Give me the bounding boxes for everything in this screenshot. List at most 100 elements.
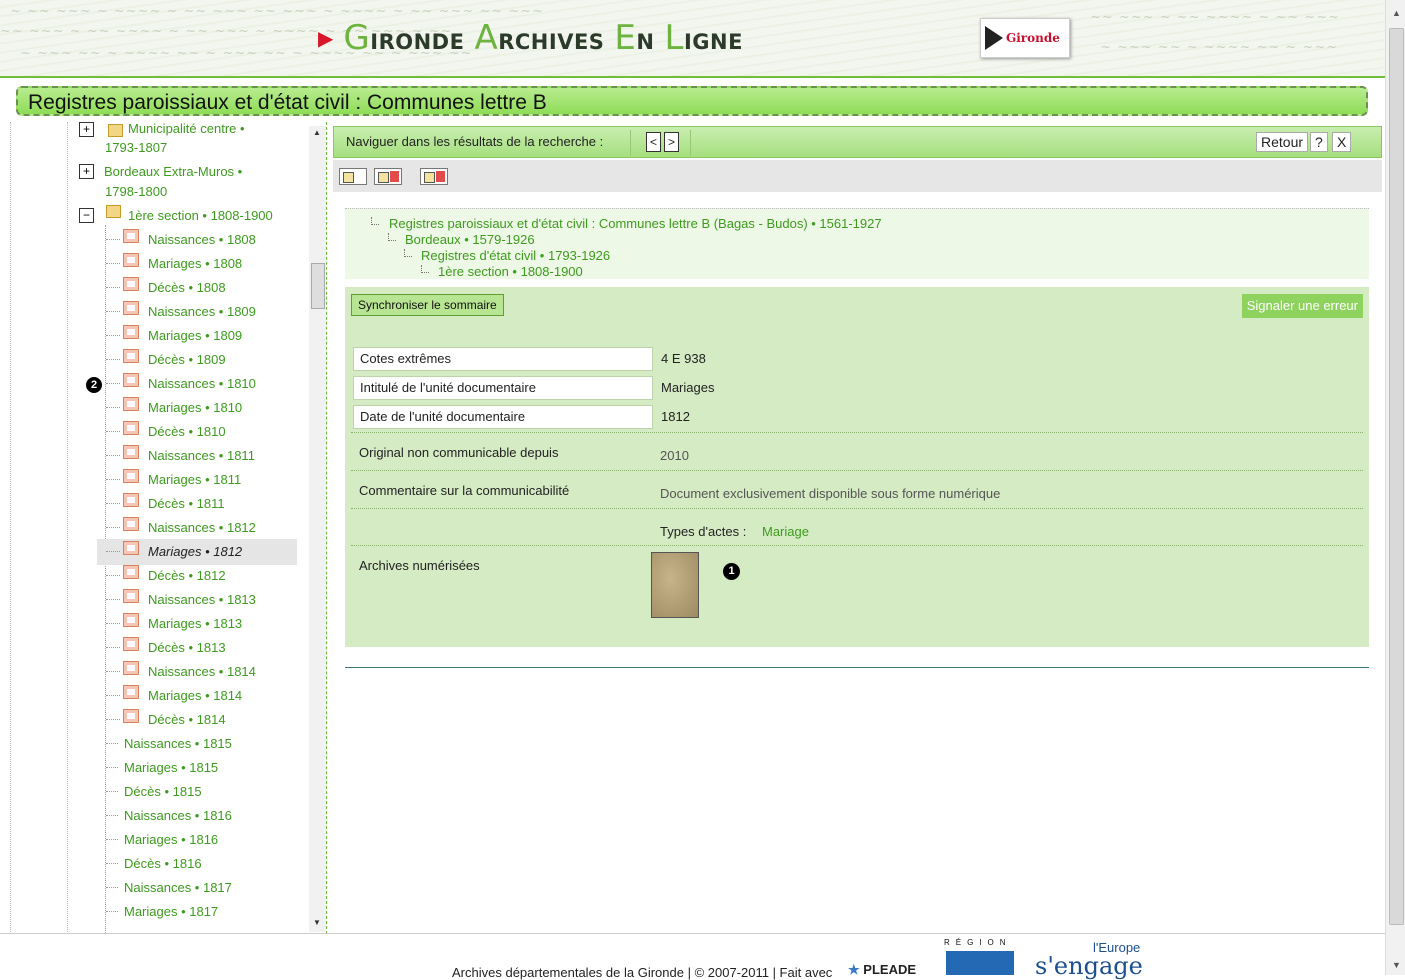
document-icon <box>123 421 139 435</box>
tree-item[interactable]: Mariages • 1811 <box>148 472 241 487</box>
scroll-up-icon[interactable]: ▲ <box>1392 8 1401 18</box>
tree-branch-line <box>105 225 106 934</box>
tree-item[interactable]: Municipalité centre • <box>128 122 245 136</box>
tree-item[interactable]: Mariages • 1814 <box>148 688 242 703</box>
add-to-basket-icon[interactable] <box>339 168 367 185</box>
field-label: Original non communicable depuis <box>359 445 559 460</box>
europe-logo[interactable]: l'Europe s'engage <box>1035 940 1145 980</box>
tree-item[interactable]: Naissances • 1812 <box>148 520 256 535</box>
tree-item[interactable]: Naissances • 1810 <box>148 376 256 391</box>
tree-item[interactable]: Naissances • 1815 <box>124 736 232 751</box>
pleade-logo[interactable]: ★ PLEADE <box>848 962 916 978</box>
tree-item-date[interactable]: 1798-1800 <box>105 184 167 199</box>
tree-item[interactable]: Naissances • 1817 <box>124 880 232 895</box>
export-pdf-icon[interactable] <box>374 168 402 185</box>
close-button[interactable]: X <box>1332 132 1352 152</box>
scroll-down-icon[interactable]: ▼ <box>1392 960 1401 970</box>
tree-connector <box>106 359 120 360</box>
tree-item[interactable]: Naissances • 1811 <box>148 448 255 463</box>
tree-item[interactable]: Mariages • 1813 <box>148 616 242 631</box>
tree-connector <box>106 815 118 816</box>
brand-word-gironde: GIRONDE <box>343 18 465 58</box>
document-icon <box>123 325 139 339</box>
tree-item[interactable]: Naissances • 1808 <box>148 232 256 247</box>
expand-icon[interactable]: + <box>79 122 94 137</box>
breadcrumb-item[interactable]: 1ère section • 1808-1900 <box>438 264 583 279</box>
back-button[interactable]: Retour <box>1256 132 1309 152</box>
header-texture: ~~ ~~~ ~ ~~ ~~~~ ~ ~~ ~~~ <box>1090 10 1340 25</box>
tree-scrollbar-thumb[interactable] <box>311 263 325 309</box>
tree-item-date[interactable]: 1793-1807 <box>105 140 167 155</box>
tree-item[interactable]: Mariages • 1808 <box>148 256 242 271</box>
footer-divider <box>0 933 1385 934</box>
tree-item[interactable]: Décès • 1810 <box>148 424 226 439</box>
page-scrollbar-thumb[interactable] <box>1389 28 1404 925</box>
previous-result-button[interactable]: < <box>646 132 661 152</box>
separator <box>690 130 691 156</box>
divider <box>351 545 1363 546</box>
expand-icon[interactable]: + <box>79 164 94 179</box>
help-button[interactable]: ? <box>1310 132 1328 152</box>
region-logo[interactable]: RÉGION <box>944 937 1016 975</box>
tree-item[interactable]: Décès • 1811 <box>148 496 225 511</box>
act-types-label: Types d'actes : <box>660 524 747 539</box>
page-scrollbar[interactable]: ▲ ▼ <box>1385 0 1405 975</box>
tree-item[interactable]: Décès • 1816 <box>124 856 202 871</box>
tree-item[interactable]: Décès • 1809 <box>148 352 226 367</box>
tree-item[interactable]: Décès • 1808 <box>148 280 226 295</box>
tree-item[interactable]: 1ère section • 1808-1900 <box>128 208 273 223</box>
collapse-icon[interactable]: − <box>79 208 94 223</box>
panel-splitter[interactable] <box>326 122 327 934</box>
tree-connector <box>106 647 120 648</box>
tree-item-selected[interactable]: Mariages • 1812 <box>148 544 243 559</box>
tree-item[interactable]: Décès • 1815 <box>124 784 202 799</box>
tree-item[interactable]: Naissances • 1813 <box>148 592 256 607</box>
tree-item[interactable]: Mariages • 1809 <box>148 328 242 343</box>
document-icon <box>123 253 139 267</box>
divider <box>351 432 1363 433</box>
tree-item[interactable]: Décès • 1814 <box>148 712 226 727</box>
sync-summary-button[interactable]: Synchroniser le sommaire <box>351 294 504 316</box>
tree-connector <box>421 265 429 273</box>
tree-scrollbar[interactable]: ▲ ▼ <box>309 126 326 932</box>
result-navigation-bar: Naviguer dans les résultats de la recher… <box>333 126 1382 158</box>
tree-connector <box>106 671 120 672</box>
page-title-bar: Registres paroissiaux et d'état civil : … <box>16 86 1368 116</box>
tree-item[interactable]: Décès • 1813 <box>148 640 226 655</box>
field-label: Date de l'unité documentaire <box>353 405 653 429</box>
breadcrumb-item[interactable]: Bordeaux • 1579-1926 <box>405 232 535 247</box>
scroll-up-icon[interactable]: ▲ <box>313 128 321 137</box>
tree-item[interactable]: Décès • 1812 <box>148 568 226 583</box>
tree-connector <box>106 839 118 840</box>
tree-item[interactable]: Bordeaux Extra-Muros • <box>104 164 242 179</box>
site-brand[interactable]: ▶ GIRONDE ARCHIVES EN LIGNE <box>318 16 743 60</box>
tree-item[interactable]: Naissances • 1809 <box>148 304 256 319</box>
tree-connector <box>106 863 118 864</box>
scroll-down-icon[interactable]: ▼ <box>313 918 321 927</box>
breadcrumb-item[interactable]: Registres d'état civil • 1793-1926 <box>421 248 610 263</box>
folder-icon <box>108 124 123 137</box>
brand-word-archives: ARCHIVES <box>474 18 605 58</box>
breadcrumb-item[interactable]: Registres paroissiaux et d'état civil : … <box>389 216 882 231</box>
document-icon <box>123 277 139 291</box>
tree-connector <box>106 335 120 336</box>
report-error-button[interactable]: Signaler une erreur <box>1241 294 1363 318</box>
tree-item[interactable]: Mariages • 1817 <box>124 904 218 919</box>
tree-item[interactable]: Mariages • 1810 <box>148 400 242 415</box>
next-result-button[interactable]: > <box>664 132 679 152</box>
tree-connector <box>106 767 118 768</box>
record-detail: Synchroniser le sommaire Signaler une er… <box>345 287 1369 647</box>
annotation-marker-2: 2 <box>86 377 102 393</box>
act-type-link[interactable]: Mariage <box>762 524 809 539</box>
tree-item[interactable]: Naissances • 1816 <box>124 808 232 823</box>
document-icon <box>123 589 139 603</box>
tree-item[interactable]: Mariages • 1815 <box>124 760 218 775</box>
document-icon <box>123 637 139 651</box>
digitized-archive-thumbnail[interactable] <box>651 552 699 618</box>
export-pdf-all-icon[interactable] <box>420 168 448 185</box>
document-toolbar <box>333 160 1382 192</box>
tree-item[interactable]: Naissances • 1814 <box>148 664 256 679</box>
gironde-logo[interactable]: Gironde <box>980 18 1070 58</box>
europe-logo-line2: s'engage <box>1035 952 1143 980</box>
tree-item[interactable]: Mariages • 1816 <box>124 832 218 847</box>
